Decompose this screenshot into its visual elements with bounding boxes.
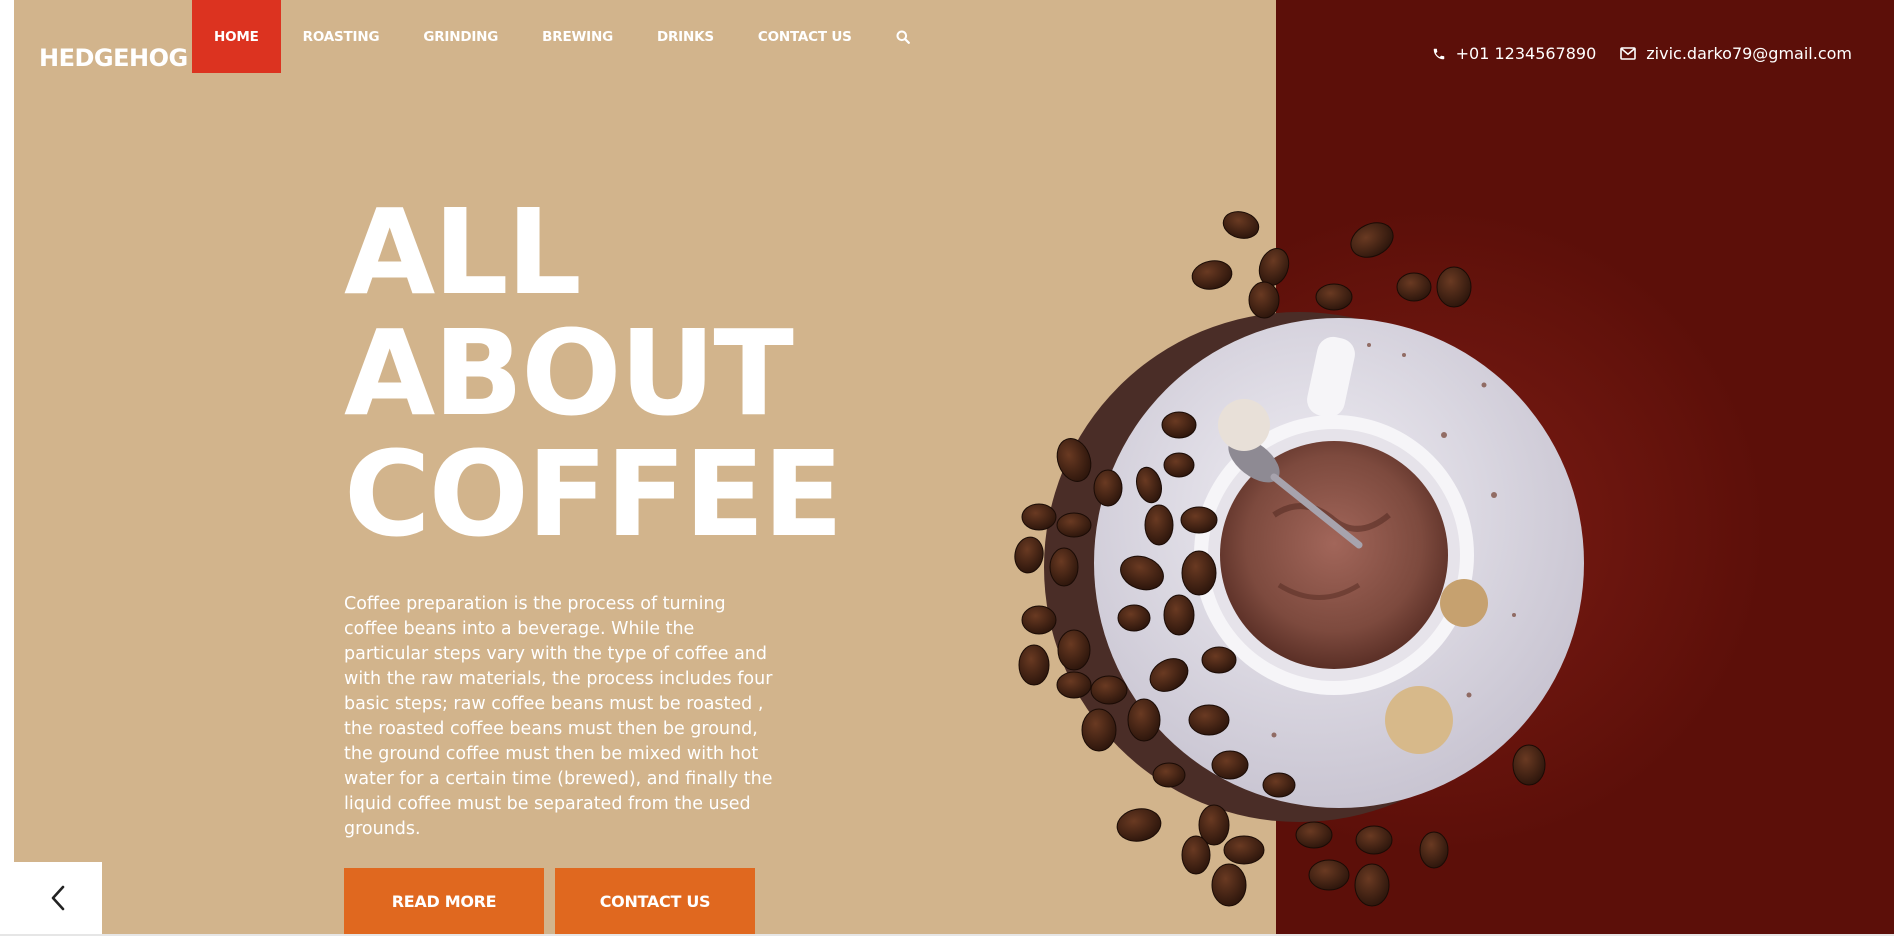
nav-item-contact-us[interactable]: CONTACT US	[736, 0, 874, 73]
read-more-button[interactable]: READ MORE	[344, 868, 544, 934]
chevron-left-icon	[51, 885, 65, 911]
hero-title: ALL ABOUT COFFEE	[344, 183, 843, 563]
search-button[interactable]	[874, 0, 932, 73]
coffee-cup-image	[1014, 211, 1584, 907]
nav-item-grinding[interactable]: GRINDING	[401, 0, 520, 73]
contact-phone-text: +01 1234567890	[1455, 44, 1597, 63]
hero-title-line: ABOUT	[344, 304, 794, 442]
contact-bar: +01 1234567890 zivic.darko79@gmail.com	[1432, 44, 1852, 63]
envelope-icon	[1620, 47, 1637, 60]
nav-item-roasting[interactable]: ROASTING	[281, 0, 402, 73]
contact-email-text: zivic.darko79@gmail.com	[1646, 44, 1852, 63]
phone-icon	[1433, 48, 1444, 59]
slider-prev-button[interactable]	[14, 862, 102, 934]
nav-item-home[interactable]: HOME	[192, 0, 281, 73]
contact-email[interactable]: zivic.darko79@gmail.com	[1620, 44, 1852, 63]
page: HEDGEHOG HOME ROASTING GRINDING BREWING …	[14, 0, 1894, 934]
site-logo[interactable]: HEDGEHOG	[39, 44, 188, 72]
hero-description: Coffee preparation is the process of tur…	[344, 594, 773, 839]
contact-phone[interactable]: +01 1234567890	[1432, 44, 1597, 63]
hero-title-line: COFFEE	[344, 425, 843, 563]
main-nav: HOME ROASTING GRINDING BREWING DRINKS CO…	[192, 0, 932, 73]
nav-item-brewing[interactable]: BREWING	[520, 0, 635, 73]
nav-item-drinks[interactable]: DRINKS	[635, 0, 736, 73]
contact-us-button[interactable]: CONTACT US	[555, 868, 755, 934]
hero-title-line: ALL	[344, 183, 582, 321]
search-icon	[896, 30, 910, 44]
